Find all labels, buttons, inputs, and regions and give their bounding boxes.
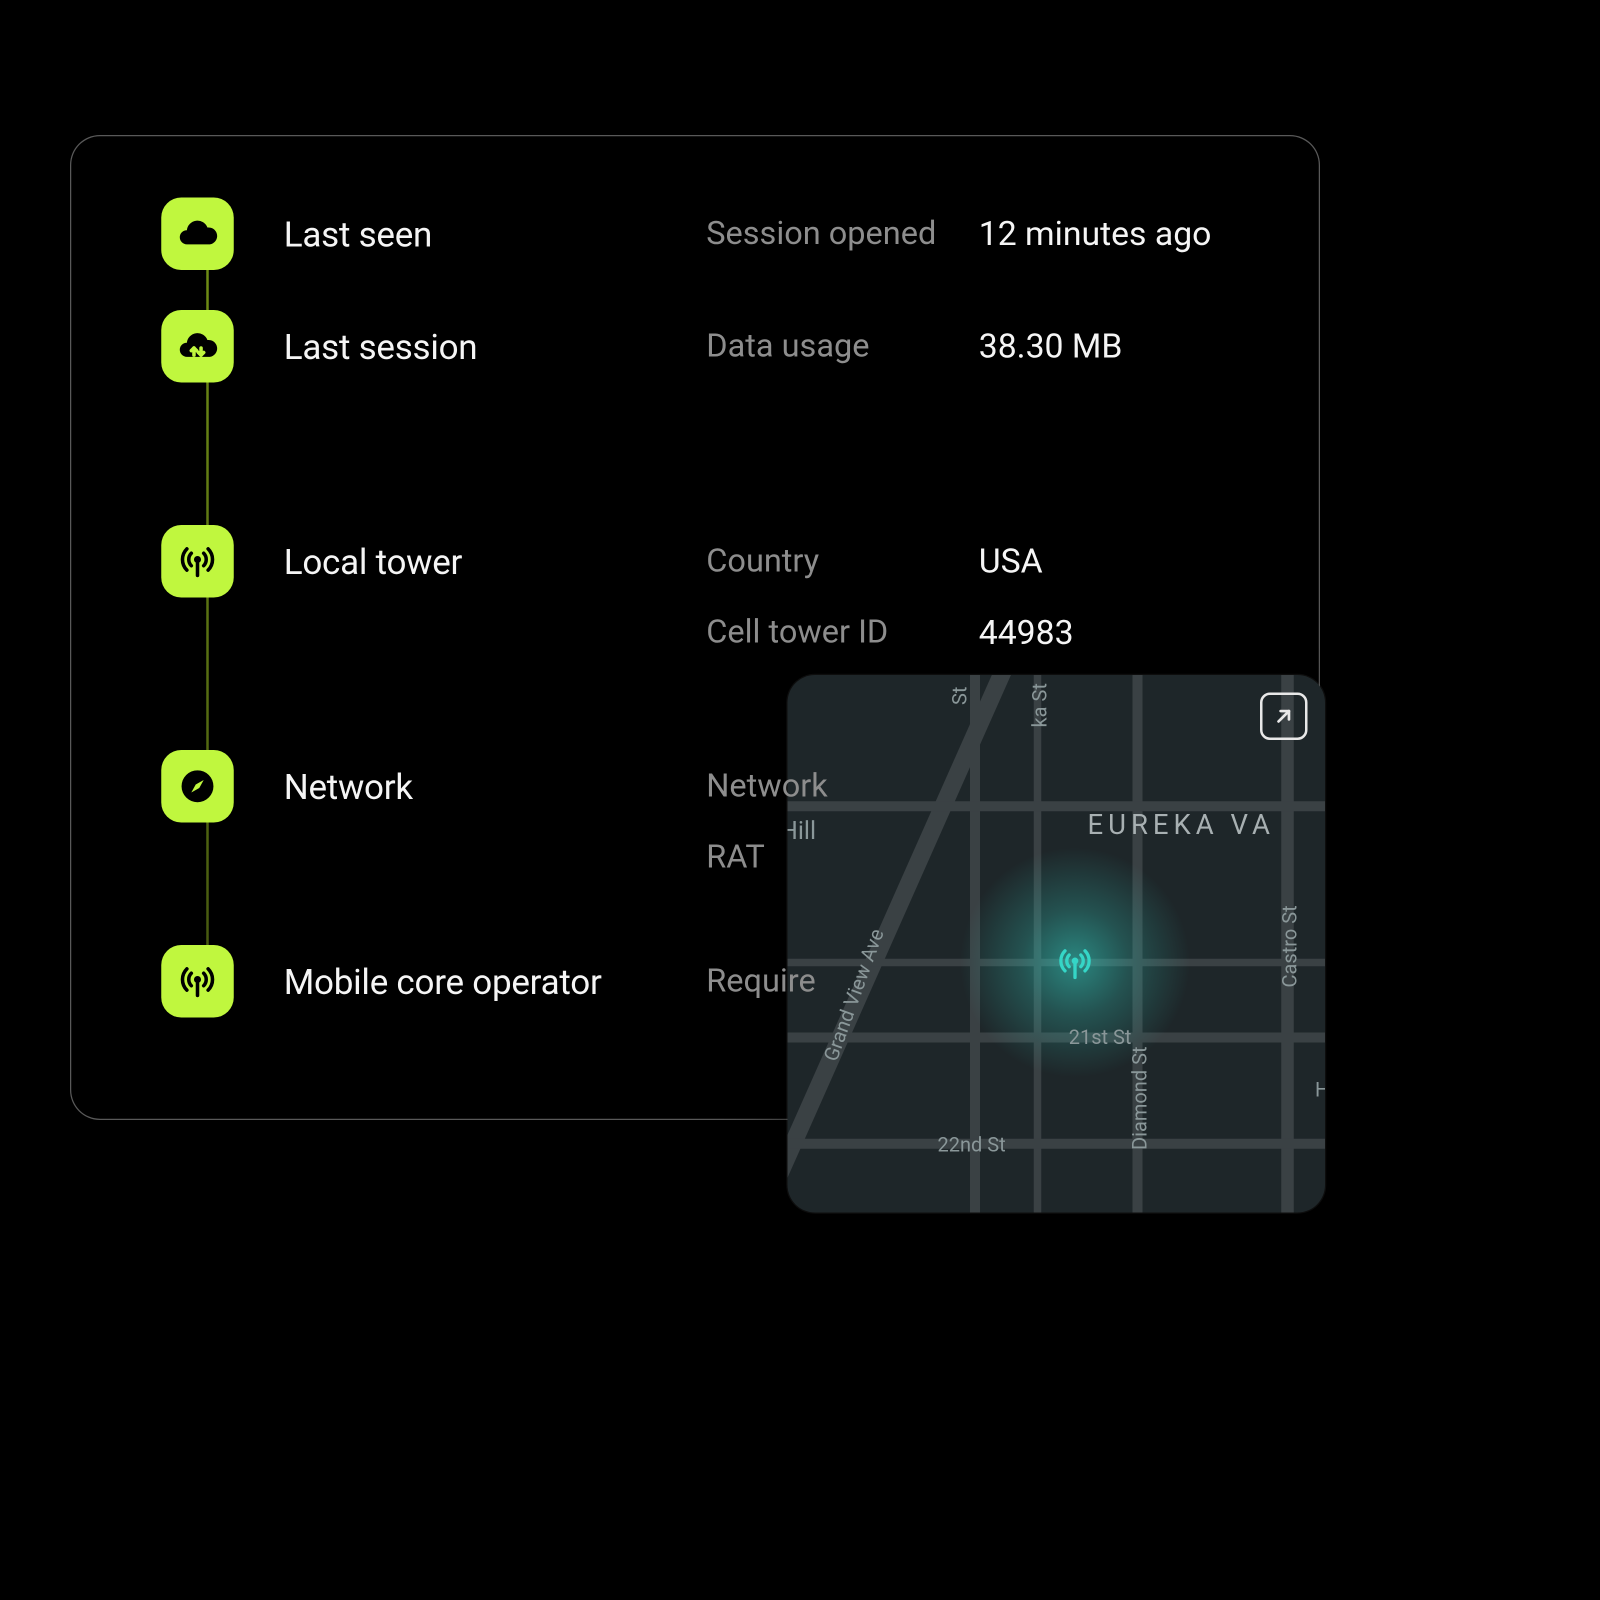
- device-status-panel: Last seen Session opened 12 minutes ago …: [70, 135, 1320, 1120]
- street-22nd: 22nd St: [938, 1133, 1006, 1157]
- street-short: St: [948, 687, 972, 705]
- row-key: Data usage: [706, 328, 969, 366]
- row-key: Cell tower ID: [706, 614, 969, 652]
- cloud-sync-icon: [161, 310, 234, 383]
- row-label: Last seen: [284, 213, 697, 254]
- row-label: Network: [284, 766, 697, 807]
- street-castro: Castro St: [1278, 905, 1302, 987]
- row-value: USA: [979, 541, 1244, 581]
- row-label: Mobile core operator: [284, 961, 697, 1002]
- compass-icon: [161, 750, 234, 823]
- row-network: Network Network: [161, 744, 1244, 829]
- cloud-icon: [161, 198, 234, 271]
- street-21st: 21st St: [1069, 1025, 1132, 1049]
- row-key: RAT: [706, 839, 969, 877]
- street-diamond: Diamond St: [1128, 1046, 1152, 1150]
- row-key: Require: [706, 963, 969, 1001]
- antenna-icon: [161, 945, 234, 1018]
- row-last-seen: Last seen Session opened 12 minutes ago: [161, 191, 1244, 276]
- row-last-session: Last session Data usage 38.30 MB: [161, 304, 1244, 389]
- street-eureka: ka St: [1028, 683, 1052, 727]
- row-local-tower-line2: x Cell tower ID 44983: [161, 596, 1244, 669]
- expand-map-button[interactable]: [1260, 693, 1308, 741]
- row-value: 12 minutes ago: [979, 214, 1244, 254]
- street-letter-h: H: [1315, 1078, 1325, 1102]
- row-key: Network: [706, 768, 969, 806]
- arrow-up-right-icon: [1271, 704, 1296, 729]
- row-label: Local tower: [284, 541, 697, 582]
- row-value: 38.30 MB: [979, 326, 1244, 366]
- row-key: Country: [706, 543, 969, 581]
- row-network-line2: x RAT: [161, 821, 1244, 894]
- row-local-tower: Local tower Country USA: [161, 519, 1244, 604]
- row-label: Last session: [284, 326, 697, 367]
- row-key: Session opened: [706, 215, 969, 253]
- antenna-icon: [161, 525, 234, 598]
- row-mobile-core: Mobile core operator Require: [161, 939, 1244, 1024]
- row-value: 44983: [979, 613, 1244, 653]
